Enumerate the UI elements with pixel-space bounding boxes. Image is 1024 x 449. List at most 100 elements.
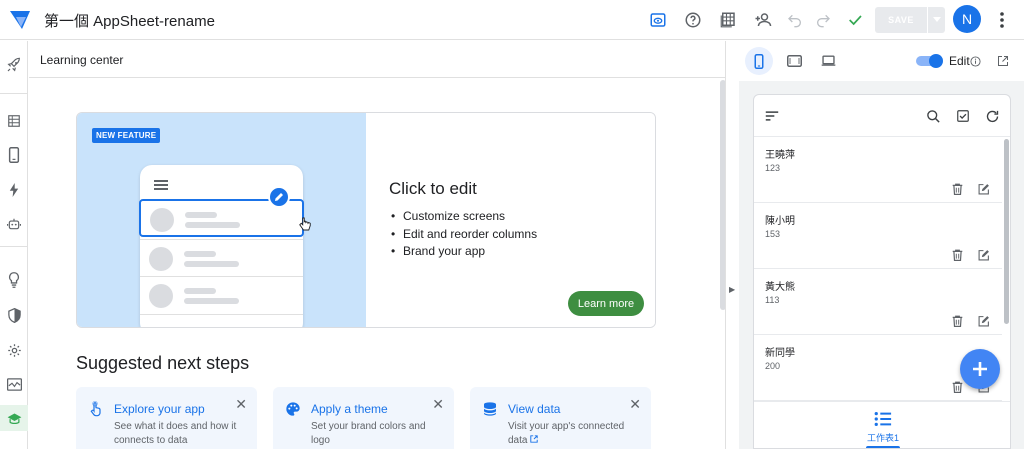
trash-icon[interactable] [949,181,965,197]
redo-icon[interactable] [811,8,835,32]
edit-toggle[interactable] [916,54,944,68]
feature-bullets: Customize screens Edit and reorder colum… [389,209,537,262]
save-button[interactable]: SAVE [875,7,945,33]
close-icon[interactable]: ✕ [432,396,444,413]
learn-more-button[interactable]: Learn more [568,291,644,316]
list-item-name: 新同學 [765,348,795,359]
list-item[interactable]: 黃大熊 113 [754,269,1002,335]
feature-bullet: Customize screens [389,209,537,227]
sort-menu-icon[interactable] [763,107,781,125]
rocket-icon[interactable] [0,52,28,78]
gear-icon[interactable] [0,337,28,363]
learning-center-content: NEW FEATURE Click to edit • Customize sc… [29,78,725,449]
feature-text-panel: Click to edit Customize screens Edit and… [366,113,655,327]
step-title[interactable]: View data [508,402,560,416]
list-item-value: 113 [765,295,780,305]
step-description: See what it does and how it connects to … [114,421,237,446]
feature-bullet: Edit and reorder columns [389,227,537,245]
feature-bullet: Brand your app [389,244,537,262]
select-checkbox-icon[interactable] [954,107,972,125]
mock-avatar-icon [149,284,173,308]
preview-scrollbar[interactable] [1004,139,1009,324]
trash-icon[interactable] [949,313,965,329]
list-item[interactable]: 陳小明 153 [754,203,1002,269]
edit-square-icon[interactable] [976,181,992,197]
grid-table-icon[interactable] [716,8,740,32]
add-person-icon[interactable] [751,8,775,32]
collapse-arrow-icon[interactable]: ▶ [729,285,735,294]
list-item-value: 123 [765,163,781,173]
appsheet-logo-icon[interactable] [8,8,32,32]
list-item-name: 陳小明 [765,216,795,227]
list-item[interactable]: 王曉萍 123 [754,137,1002,203]
nav-tab-label[interactable]: 工作表1 [754,431,1010,444]
lightning-icon[interactable] [0,177,28,203]
new-feature-badge: NEW FEATURE [92,128,161,143]
preview-app-header [754,95,1010,137]
search-icon[interactable] [924,107,942,125]
edit-square-icon[interactable] [976,313,992,329]
plus-icon [973,362,987,376]
preview-toolbar: Edit [739,41,1024,81]
bot-icon[interactable] [0,211,28,237]
list-view-icon[interactable] [874,410,892,428]
tablet-device-icon[interactable] [780,47,808,75]
step-title[interactable]: Explore your app [114,402,205,416]
lightbulb-icon[interactable] [0,267,28,293]
preview-eye-icon[interactable] [646,8,670,32]
mobile-device-icon[interactable] [745,47,773,75]
mock-list-row [140,239,303,277]
list-item-value: 153 [765,229,781,239]
palette-icon [286,402,300,416]
refresh-icon[interactable] [983,107,1001,125]
checkmark-icon[interactable] [843,8,867,32]
mock-list-row [140,276,303,314]
left-rail [0,41,28,449]
trash-icon[interactable] [949,379,965,395]
open-new-window-icon[interactable] [989,47,1017,75]
step-description: Set your brand colors and logo [311,421,426,446]
save-dropdown-chevron-icon[interactable] [927,7,945,33]
suggested-steps-title: Suggested next steps [76,353,250,373]
phone-views-icon[interactable] [0,142,28,168]
data-table-icon[interactable] [0,108,28,134]
learning-center-title: Learning center [40,53,124,67]
top-bar: 第一個 AppSheet-rename SAVE N [0,0,1024,40]
pointer-cursor-icon [299,217,311,231]
external-link-icon[interactable] [530,435,538,443]
info-icon[interactable] [967,47,983,75]
trash-icon[interactable] [949,247,965,263]
edit-square-icon[interactable] [976,247,992,263]
step-title[interactable]: Apply a theme [311,402,388,416]
preview-bottom-nav: 工作表1 [754,401,1010,448]
pointer-hand-icon [90,401,101,417]
app-preview-area: 王曉萍 123 陳小明 153 黃大熊 113 新同學 200 工作表1 [739,81,1024,449]
step-description: Visit your app's connected data [508,421,625,446]
desktop-device-icon[interactable] [814,47,842,75]
learning-center-cap-icon[interactable] [0,405,28,431]
list-item-name: 王曉萍 [765,150,795,161]
more-vert-icon[interactable] [990,8,1014,32]
undo-icon[interactable] [783,8,807,32]
help-icon[interactable] [681,8,705,32]
panel-splitter[interactable]: ▶ [725,41,739,449]
user-avatar[interactable]: N [953,5,981,33]
list-item-name: 黃大熊 [765,282,795,293]
database-icon [484,402,496,416]
add-fab-button[interactable] [960,349,1000,389]
save-button-label: SAVE [888,15,914,25]
hamburger-menu-icon [154,180,168,192]
phone-preview: 王曉萍 123 陳小明 153 黃大熊 113 新同學 200 工作表1 [753,94,1011,449]
pencil-edit-icon [268,186,290,208]
feature-card: NEW FEATURE Click to edit • Customize sc… [76,112,656,328]
shield-icon[interactable] [0,302,28,328]
mock-list-row [140,314,303,327]
learning-center-header: Learning center [29,41,739,78]
app-title[interactable]: 第一個 AppSheet-rename [44,10,215,31]
close-icon[interactable]: ✕ [629,396,641,413]
step-card-explore[interactable]: Explore your app ✕ See what it does and … [76,387,257,449]
close-icon[interactable]: ✕ [235,396,247,413]
step-card-theme[interactable]: Apply a theme ✕ Set your brand colors an… [273,387,454,449]
monitor-chart-icon[interactable] [0,371,28,397]
step-card-data[interactable]: View data ✕ Visit your app's connected d… [470,387,651,449]
